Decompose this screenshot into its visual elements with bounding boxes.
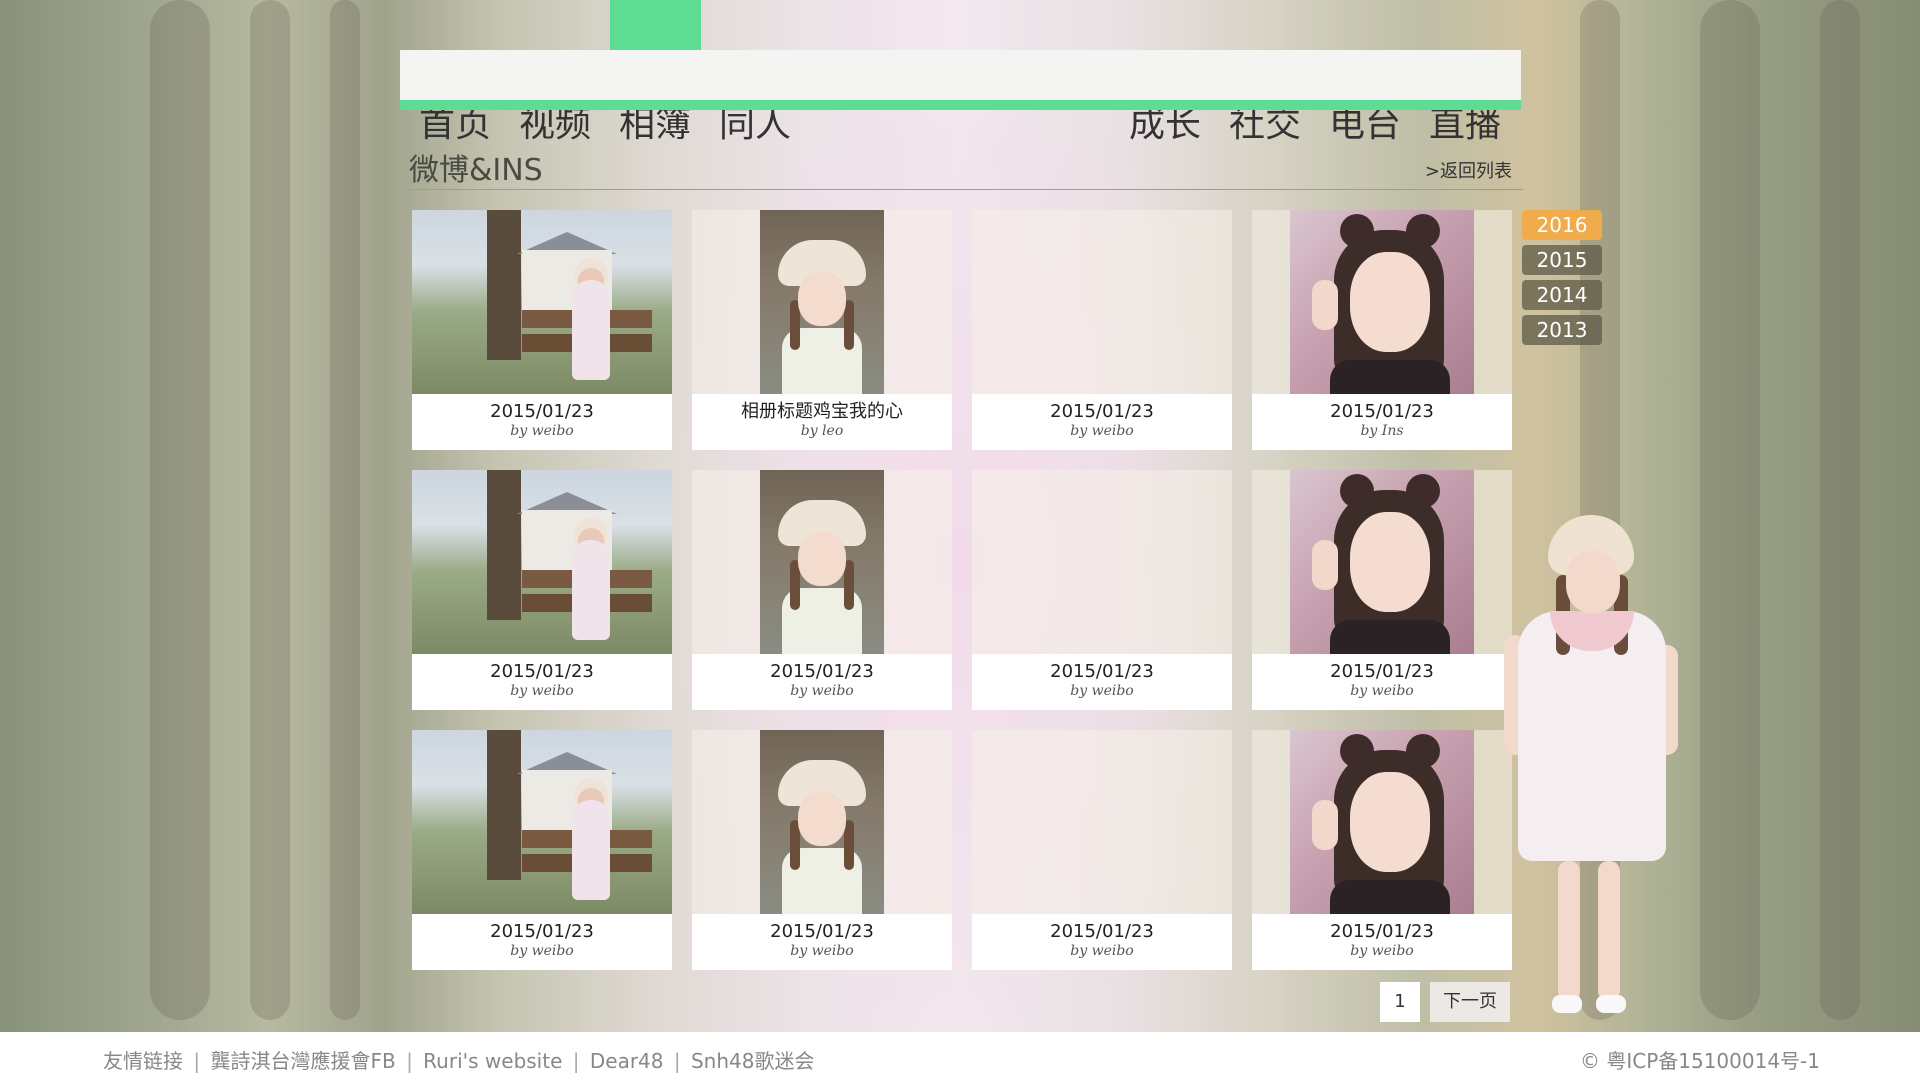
album-thumbnail [692, 470, 952, 654]
album-source: by leo [800, 423, 844, 439]
footer-link-dear48[interactable]: Dear48 [590, 1049, 664, 1073]
album-title: 2015/01/23 [490, 921, 594, 942]
footer-link-taiwan-fanclub[interactable]: 龔詩淇台灣應援會FB [210, 1049, 395, 1073]
footer: 友情链接 | 龔詩淇台灣應援會FB | Ruri's website | Dea… [0, 1032, 1920, 1080]
year-button-2013[interactable]: 2013 [1522, 315, 1602, 345]
album-source: by weibo [790, 683, 854, 699]
album-card[interactable]: 2015/01/23 by weibo [412, 210, 672, 450]
album-source: by weibo [510, 683, 574, 699]
album-thumbnail-empty [972, 210, 1232, 394]
footer-separator: | [572, 1049, 580, 1073]
album-title: 2015/01/23 [490, 401, 594, 422]
album-source: by weibo [1350, 683, 1414, 699]
section-title: 微博&INS [409, 153, 543, 188]
album-card[interactable]: 2015/01/23 by weibo [972, 210, 1232, 450]
year-button-2015[interactable]: 2015 [1522, 245, 1602, 275]
footer-link-friends[interactable]: 友情链接 [103, 1049, 183, 1073]
album-card[interactable]: 2015/01/23 by weibo [692, 730, 952, 970]
nav-underline [400, 100, 1521, 110]
album-card[interactable]: 2015/01/23 by weibo [692, 470, 952, 710]
album-title: 2015/01/23 [770, 921, 874, 942]
mascot-figure-image [1500, 515, 1690, 1030]
album-thumbnail [412, 470, 672, 654]
section-divider [405, 189, 1523, 190]
album-title: 相册标题鸡宝我的心 [741, 401, 903, 422]
album-card[interactable]: 2015/01/23 by weibo [1252, 730, 1512, 970]
album-thumbnail [1252, 210, 1512, 394]
album-title: 2015/01/23 [1330, 661, 1434, 682]
album-thumbnail [412, 210, 672, 394]
album-thumbnail-empty [972, 470, 1232, 654]
album-grid: 2015/01/23 by weibo 相册标题鸡宝我的心 by leo 2015/… [412, 210, 1512, 970]
footer-separator: | [193, 1049, 201, 1073]
album-title: 2015/01/23 [770, 661, 874, 682]
album-thumbnail [692, 210, 952, 394]
year-filter: 2016 2015 2014 2013 [1522, 210, 1602, 350]
album-thumbnail-empty [972, 730, 1232, 914]
album-title: 2015/01/23 [1050, 921, 1154, 942]
album-thumbnail [1252, 730, 1512, 914]
back-to-list-link[interactable]: >返回列表 [1425, 157, 1512, 183]
album-title: 2015/01/23 [1330, 921, 1434, 942]
album-source: by weibo [1350, 943, 1414, 959]
footer-separator: | [406, 1049, 413, 1073]
album-card[interactable]: 2015/01/23 by weibo [412, 730, 672, 970]
footer-link-snh48-fanclub[interactable]: Snh48歌迷会 [691, 1049, 815, 1073]
album-source: by weibo [1070, 943, 1134, 959]
album-source: by Ins [1360, 423, 1404, 439]
album-thumbnail [692, 730, 952, 914]
album-source: by weibo [1070, 683, 1134, 699]
album-thumbnail [412, 730, 672, 914]
footer-links: 友情链接 | 龔詩淇台灣應援會FB | Ruri's website | Dea… [103, 1045, 814, 1074]
footer-link-ruri-website[interactable]: Ruri's website [423, 1049, 562, 1073]
album-source: by weibo [510, 943, 574, 959]
album-card[interactable]: 相册标题鸡宝我的心 by leo [692, 210, 952, 450]
album-source: by weibo [790, 943, 854, 959]
album-card[interactable]: 2015/01/23 by weibo [972, 730, 1232, 970]
album-card[interactable]: 2015/01/23 by weibo [1252, 470, 1512, 710]
main-nav: 首页 视频 相簿 同人 成长 社交 电台 直播 [400, 50, 1521, 145]
album-title: 2015/01/23 [1050, 401, 1154, 422]
album-title: 2015/01/23 [490, 661, 594, 682]
album-card[interactable]: 2015/01/23 by Ins [1252, 210, 1512, 450]
album-card[interactable]: 2015/01/23 by weibo [412, 470, 672, 710]
footer-separator: | [673, 1049, 681, 1073]
page-number-button[interactable]: 1 [1380, 982, 1420, 1022]
next-page-button[interactable]: 下一页 [1430, 982, 1510, 1022]
copyright-text: © 粤ICP备15100014号-1 [1579, 1049, 1820, 1073]
album-source: by weibo [510, 423, 574, 439]
album-title: 2015/01/23 [1330, 401, 1434, 422]
album-card[interactable]: 2015/01/23 by weibo [972, 470, 1232, 710]
album-thumbnail [1252, 470, 1512, 654]
album-title: 2015/01/23 [1050, 661, 1154, 682]
year-button-2014[interactable]: 2014 [1522, 280, 1602, 310]
album-source: by weibo [1070, 423, 1134, 439]
year-button-2016[interactable]: 2016 [1522, 210, 1602, 240]
